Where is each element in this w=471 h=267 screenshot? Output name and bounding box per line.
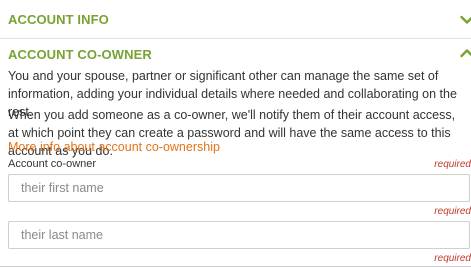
account-coowner-title: ACCOUNT CO-OWNER [8, 46, 152, 62]
required-indicator: required [434, 253, 471, 264]
first-name-input[interactable] [8, 174, 470, 202]
more-info-link[interactable]: More info about account co-ownership [8, 140, 220, 154]
account-coowner-label: Account co-owner [8, 158, 97, 170]
chevron-up-icon[interactable] [460, 48, 471, 58]
account-coowner-header[interactable]: ACCOUNT CO-OWNER [8, 45, 471, 63]
last-name-input[interactable] [8, 221, 470, 249]
chevron-down-icon[interactable] [460, 15, 471, 25]
account-info-header[interactable]: ACCOUNT INFO [8, 10, 471, 28]
required-indicator: required [434, 206, 471, 217]
account-info-title: ACCOUNT INFO [8, 11, 109, 27]
section-divider [0, 38, 471, 39]
required-indicator: required [434, 159, 471, 170]
account-form: ACCOUNT INFO ACCOUNT CO-OWNER You and yo… [0, 0, 471, 267]
